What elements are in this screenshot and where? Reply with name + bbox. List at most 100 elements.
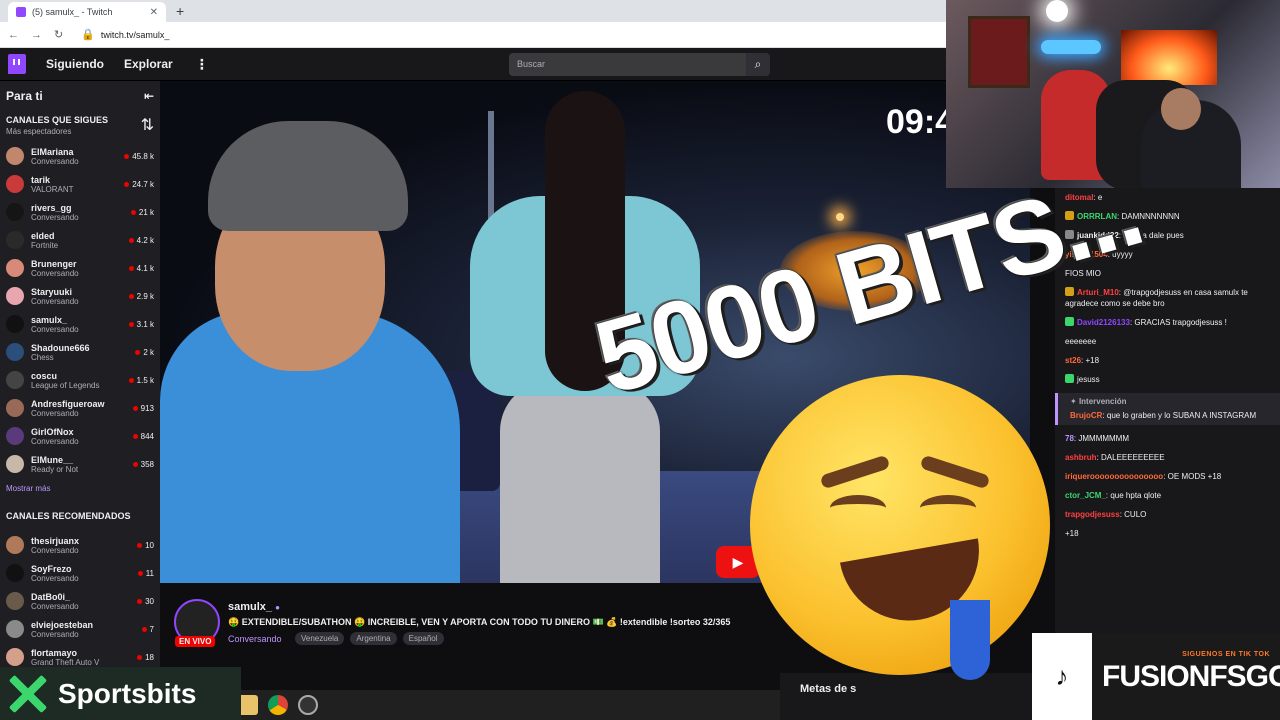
browser-tab-strip: (5) samulx_ - Twitch ✕ + (0, 0, 946, 22)
channel-category: Conversando (31, 212, 79, 222)
live-dot-icon (128, 321, 134, 327)
sidebar-channel-brunenger[interactable]: Brunenger Conversando 4.1 k (0, 254, 160, 282)
live-dot-icon (132, 461, 138, 467)
stream-title: 🤑 EXTENDIBLE/SUBATHON 🤑 INCREIBLE, VEN Y… (228, 617, 731, 627)
search-icon: ⌕ (754, 57, 762, 71)
show-more-link[interactable]: Mostrar más (0, 478, 160, 499)
search-button[interactable]: ⌕ (746, 53, 770, 76)
viewer-count-text: 844 (140, 431, 154, 441)
reload-icon[interactable]: ↻ (54, 28, 63, 41)
emoji-brow-left (819, 454, 891, 490)
channel-name: Andresfigueroaw (31, 398, 105, 409)
channel-info: Andresfigueroaw Conversando (31, 399, 133, 418)
close-tab-icon[interactable]: ✕ (150, 7, 158, 18)
sportsbits-logo: Sportsbits (0, 667, 241, 720)
url-field[interactable]: 🔒 twitch.tv/samulx_ (81, 28, 169, 41)
viewer-count-text: 358 (140, 459, 154, 469)
sort-icon[interactable]: ⇅ (141, 115, 154, 136)
viewer-count: 358 (132, 459, 154, 469)
chat-text: JMMMMMMM (1078, 434, 1130, 443)
browser-tab[interactable]: (5) samulx_ - Twitch ✕ (8, 2, 166, 22)
emoji-eye-left (830, 495, 886, 521)
stream-tags: Venezuela Argentina Español (295, 632, 444, 645)
live-dot-icon (132, 433, 138, 439)
chat-username[interactable]: iriquerooooooooooooooo (1065, 472, 1163, 481)
forward-icon[interactable]: → (31, 29, 42, 41)
sidebar-channel-elviejoesteban[interactable]: elviejoesteban Conversando 7 (0, 615, 160, 643)
promo-follow-text: SIGUENOS EN TIK TOK (1182, 651, 1270, 658)
channel-category: VALORANT (31, 184, 74, 194)
streamer-name[interactable]: samulx_ ● (228, 601, 280, 613)
viewer-count: 844 (132, 431, 154, 441)
chat-text: +18 (1085, 356, 1100, 365)
sidebar-channel-datbo0i-[interactable]: DatBo0i_ Conversando 30 (0, 587, 160, 615)
twitch-favicon-icon (16, 7, 26, 17)
sidebar-channel-shadoune666[interactable]: Shadoune666 Chess 2 k (0, 338, 160, 366)
viewer-count: 4.1 k (128, 264, 154, 273)
chrome-icon[interactable] (268, 695, 288, 715)
avatar (6, 564, 24, 582)
viewer-count-text: 2.9 k (136, 291, 154, 301)
chat-message: ashbruh: DALEEEEEEEEE (1065, 452, 1274, 463)
channel-name: ElMune__ (31, 454, 74, 465)
streamer-head (1161, 88, 1201, 130)
chat-username[interactable]: trapgodjesuss (1065, 510, 1120, 519)
tag-venezuela[interactable]: Venezuela (295, 632, 345, 645)
chat-message: +18 (1065, 528, 1274, 539)
sidebar-channel-soyfrezo[interactable]: SoyFrezo Conversando 11 (0, 559, 160, 587)
channel-category: Conversando (31, 296, 79, 306)
viewer-count: 4.2 k (128, 236, 154, 245)
chat-username[interactable]: st26 (1065, 356, 1081, 365)
sidebar-channel-thesirjuanx[interactable]: thesirjuanx Conversando 10 (0, 531, 160, 559)
tag-espanol[interactable]: Español (402, 632, 444, 645)
sidebar-channel-andresfigueroaw[interactable]: Andresfigueroaw Conversando 913 (0, 394, 160, 422)
new-tab-button[interactable]: + (176, 3, 184, 19)
search-input[interactable]: Buscar (509, 53, 746, 76)
sidebar-channel-elmariana[interactable]: ElMariana Conversando 45.8 k (0, 142, 160, 170)
channel-category: Grand Theft Auto V (31, 657, 100, 667)
sidebar-channel-tarik[interactable]: tarik VALORANT 24.7 k (0, 170, 160, 198)
chat-username[interactable]: ashbruh (1065, 453, 1097, 462)
sidebar-channel-samulx-[interactable]: samulx_ Conversando 3.1 k (0, 310, 160, 338)
recommended-title: CANALES RECOMENDADOS (6, 511, 131, 521)
chat-text: GRACIAS trapgodjesuss ! (1134, 318, 1227, 327)
chat-username[interactable]: ctor_JCM_ (1065, 491, 1106, 500)
sidebar-channel-elmune-[interactable]: ElMune__ Ready or Not 358 (0, 450, 160, 478)
tag-argentina[interactable]: Argentina (350, 632, 397, 645)
pinned-header-text: Intervención (1078, 397, 1127, 406)
more-options-icon[interactable]: ⋮ (195, 56, 209, 73)
sidebar-channel-coscu[interactable]: coscu League of Legends 1.5 k (0, 366, 160, 394)
channel-info: SoyFrezo Conversando (31, 564, 138, 583)
obs-icon[interactable] (298, 695, 318, 715)
channel-info: elviejoesteban Conversando (31, 620, 142, 639)
chat-username[interactable]: 78 (1065, 434, 1074, 443)
goals-panel: Metas de s (780, 673, 1040, 720)
live-dot-icon (132, 405, 138, 411)
channel-name: Staryuuki (31, 286, 73, 297)
stream-category[interactable]: Conversando (228, 634, 282, 644)
sidebar-channel-rivers-gg[interactable]: rivers_gg Conversando 21 k (0, 198, 160, 226)
channel-info: rivers_gg Conversando (31, 203, 131, 222)
sidebar-header: Para ti ⇤ (0, 89, 160, 103)
sidebar-channel-girlofnox[interactable]: GirlOfNox Conversando 844 (0, 422, 160, 450)
nav-following[interactable]: Siguiendo (46, 57, 104, 71)
channel-name: flortamayo (31, 647, 78, 658)
pinned-user[interactable]: BrujoCR (1070, 411, 1102, 420)
avatar (6, 259, 24, 277)
sidebar-channel-elded[interactable]: elded Fortnite 4.2 k (0, 226, 160, 254)
viewer-count: 7 (141, 625, 154, 634)
avatar (6, 315, 24, 333)
viewer-count-text: 30 (145, 596, 154, 606)
sidebar-title: Para ti (6, 89, 43, 103)
chat-username[interactable]: Arturi_M10 (1077, 288, 1119, 297)
screenshot-root: (5) samulx_ - Twitch ✕ + ← → ↻ 🔒 twitch.… (0, 0, 1280, 720)
twitch-logo-icon[interactable] (8, 54, 26, 74)
drooling-face-icon (750, 375, 1050, 680)
nav-explore[interactable]: Explorar (124, 57, 173, 71)
sidebar-channel-staryuuki[interactable]: Staryuuki Conversando 2.9 k (0, 282, 160, 310)
fireplace-screen (1121, 30, 1217, 85)
collapse-sidebar-icon[interactable]: ⇤ (144, 89, 154, 103)
file-explorer-icon[interactable] (238, 695, 258, 715)
chat-username[interactable]: David2126133 (1077, 318, 1130, 327)
back-icon[interactable]: ← (8, 29, 19, 41)
